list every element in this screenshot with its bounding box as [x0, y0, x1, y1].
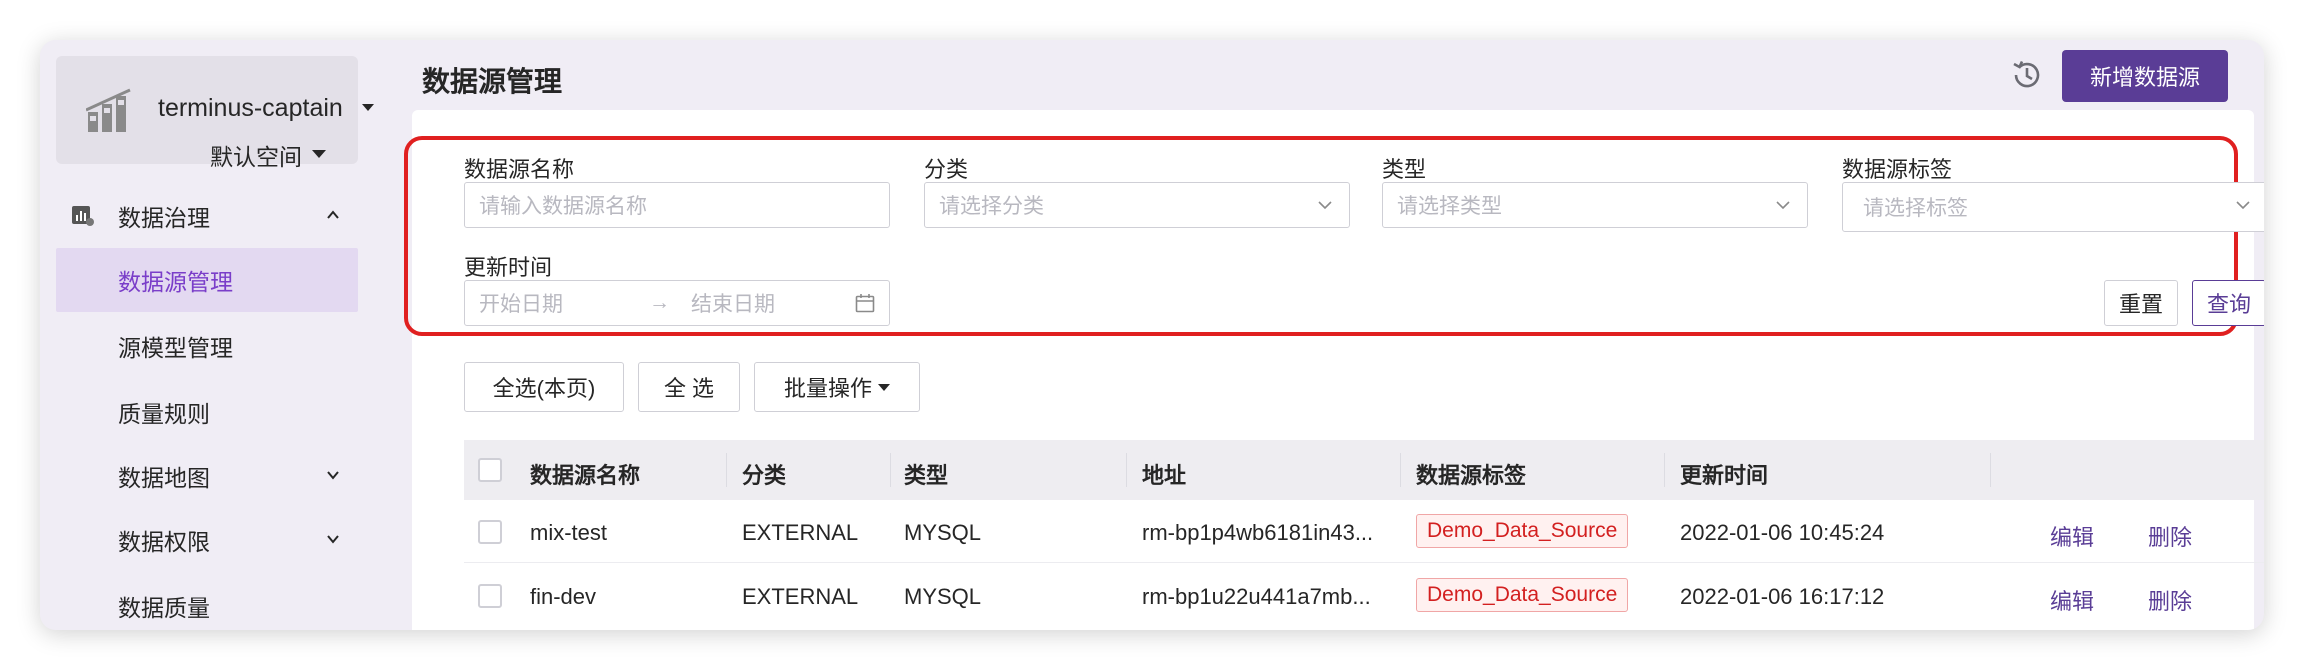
batch-operations-button[interactable]: 批量操作: [754, 362, 920, 412]
caret-down-icon: [312, 150, 326, 158]
building-logo-icon: [86, 88, 131, 132]
reset-button[interactable]: 重置: [2104, 280, 2178, 326]
row-updated: 2022-01-06 16:17:12: [1680, 584, 1885, 609]
space-name: 默认空间: [210, 144, 302, 170]
row-type: MYSQL: [904, 584, 982, 609]
row-name: mix-test: [530, 520, 607, 545]
chevron-down-icon: [1776, 201, 1790, 210]
row-updated: 2022-01-06 10:45:24: [1680, 520, 1885, 545]
nav-item-data-map[interactable]: 数据地图: [56, 444, 358, 508]
history-icon[interactable]: [2010, 58, 2044, 92]
chevron-up-icon: [327, 210, 339, 219]
row-name: fin-dev: [530, 584, 597, 609]
row-address: rm-bp1u22u441a7mb...: [1142, 584, 1371, 609]
workspace-switcher[interactable]: terminus-captain 默认空间: [56, 56, 374, 170]
nav-item-datasource-management[interactable]: 数据源管理: [56, 248, 358, 312]
nav-item-quality-rules[interactable]: 质量规则: [56, 380, 358, 444]
workspace-name: terminus-captain: [158, 94, 343, 122]
row-category: EXTERNAL: [742, 520, 859, 545]
chevron-down-icon: [327, 471, 339, 480]
row-tag: Demo_Data_Source: [1416, 514, 1629, 548]
edit-link[interactable]: 编辑: [2050, 520, 2094, 552]
chevron-down-icon: [1318, 201, 1332, 210]
nav-label: 数据地图: [118, 465, 210, 491]
caret-down-icon: [362, 104, 374, 111]
filter-time-label: 更新时间: [464, 255, 553, 280]
nav-label: 数据源管理: [118, 269, 233, 295]
governance-icon: [72, 206, 94, 226]
sidebar: terminus-captain 默认空间 数据治理 数据源管理 源模型管理 质…: [40, 40, 398, 630]
column-divider: [1400, 453, 1401, 487]
chevron-down-icon: [2236, 201, 2250, 210]
column-divider: [1664, 453, 1665, 487]
date-range-picker[interactable]: 开始日期 → 结束日期: [464, 280, 890, 326]
datasource-name-input[interactable]: 请输入数据源名称: [464, 182, 890, 228]
row-checkbox[interactable]: [478, 520, 502, 544]
row-checkbox[interactable]: [478, 584, 502, 608]
start-date-input[interactable]: 开始日期: [479, 288, 563, 318]
app-window: terminus-captain 默认空间 数据治理 数据源管理 源模型管理 质…: [40, 40, 2264, 630]
filter-type-label: 类型: [1382, 157, 1427, 182]
row-divider: [464, 562, 2264, 563]
nav-label: 质量规则: [118, 401, 210, 427]
select-page-button[interactable]: 全选(本页): [464, 362, 624, 412]
column-divider: [1990, 453, 1991, 487]
column-header-category: 分类: [742, 463, 787, 488]
page-title: 数据源管理: [422, 66, 563, 97]
nav-label: 数据权限: [118, 529, 210, 555]
table-header: [464, 440, 2264, 500]
add-datasource-button[interactable]: 新增数据源: [2062, 50, 2228, 102]
category-select[interactable]: 请选择分类: [924, 182, 1350, 228]
filter-tag-label: 数据源标签: [1842, 157, 1953, 182]
column-header-updated: 更新时间: [1680, 463, 1769, 488]
column-header-tag: 数据源标签: [1416, 463, 1527, 488]
calendar-icon: [855, 294, 875, 313]
row-type: MYSQL: [904, 520, 982, 545]
nav-item-data-governance[interactable]: 数据治理: [56, 184, 358, 248]
row-address: rm-bp1p4wb6181in43...: [1142, 520, 1374, 545]
delete-link[interactable]: 删除: [2148, 584, 2192, 616]
column-divider: [726, 453, 727, 487]
column-divider: [890, 453, 891, 487]
nav-item-data-quality[interactable]: 数据质量: [56, 574, 358, 630]
type-select[interactable]: 请选择类型: [1382, 182, 1808, 228]
column-header-type: 类型: [904, 463, 949, 488]
range-arrow: →: [649, 291, 670, 314]
end-date-input[interactable]: 结束日期: [691, 288, 775, 318]
tag-select[interactable]: 请选择标签: [1842, 182, 2264, 232]
row-category: EXTERNAL: [742, 584, 859, 609]
nav-label: 数据治理: [118, 205, 210, 231]
column-header-name: 数据源名称: [530, 463, 641, 488]
nav-label: 数据质量: [118, 595, 210, 621]
query-button[interactable]: 查询: [2192, 280, 2264, 326]
row-tag: Demo_Data_Source: [1416, 578, 1629, 612]
chevron-down-icon: [327, 535, 339, 544]
caret-down-icon: [878, 383, 890, 391]
nav-label: 源模型管理: [118, 335, 233, 361]
nav-item-source-model[interactable]: 源模型管理: [56, 314, 358, 378]
edit-link[interactable]: 编辑: [2050, 584, 2094, 616]
delete-link[interactable]: 删除: [2148, 520, 2192, 552]
column-header-address: 地址: [1142, 463, 1187, 488]
column-divider: [1126, 453, 1127, 487]
filter-name-label: 数据源名称: [464, 157, 575, 182]
select-all-checkbox[interactable]: [478, 458, 502, 482]
select-all-button[interactable]: 全 选: [638, 362, 740, 412]
filter-category-label: 分类: [924, 157, 969, 182]
nav-item-data-permission[interactable]: 数据权限: [56, 508, 358, 572]
